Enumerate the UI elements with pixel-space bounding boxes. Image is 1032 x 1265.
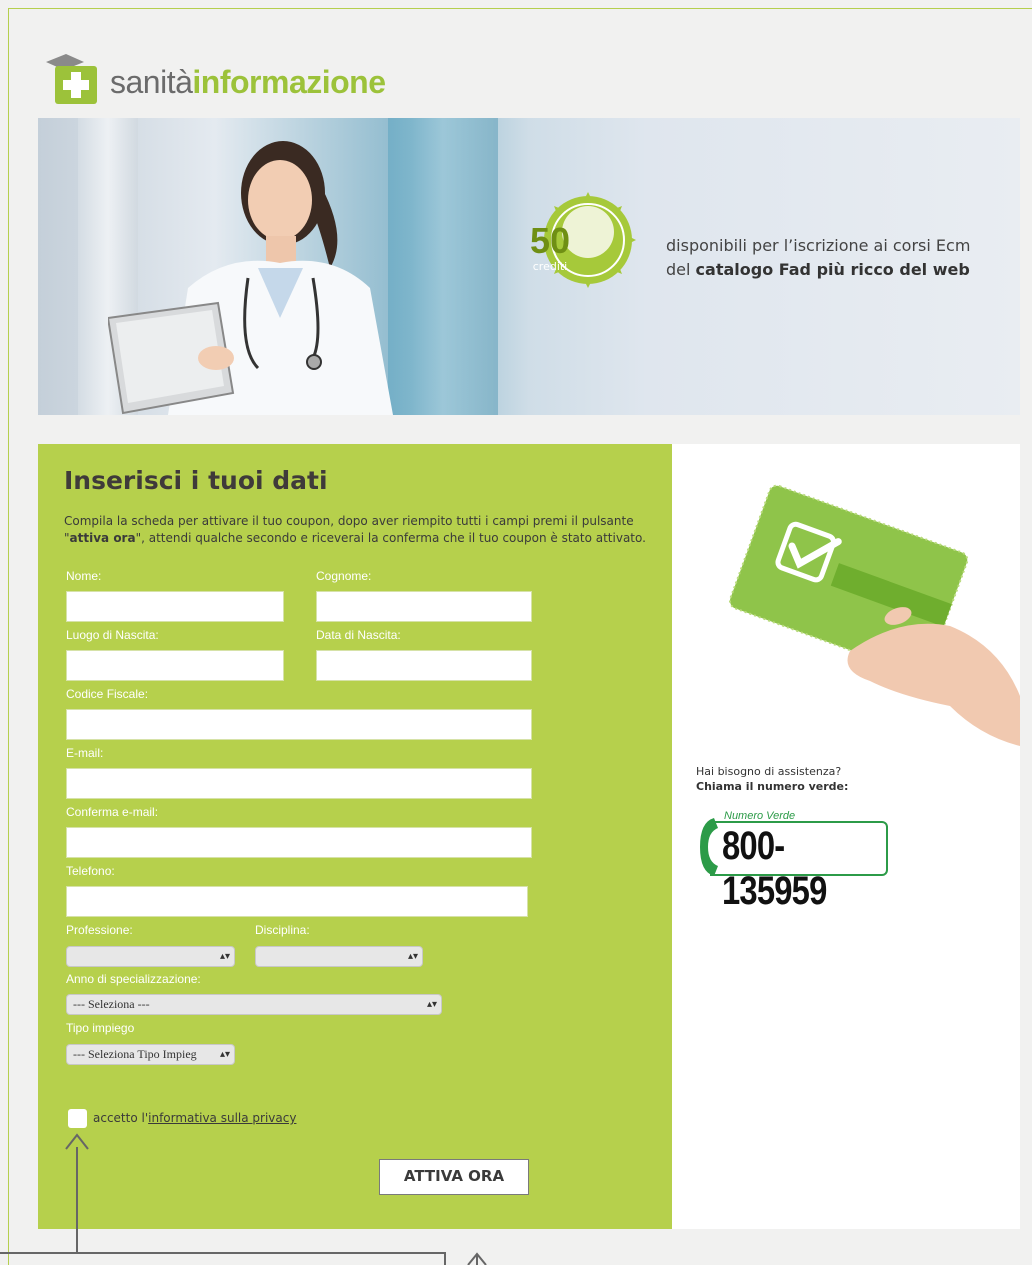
banner-line2-prefix: del [666, 260, 696, 279]
luogo-nascita-input[interactable] [66, 650, 284, 681]
telefono-input[interactable] [66, 886, 528, 917]
telefono-label: Telefono: [66, 864, 115, 878]
select-arrows-icon: ▴▾ [219, 1049, 230, 1060]
intro-rest: ", attendi qualche secondo e riceverai l… [135, 531, 646, 545]
privacy-prefix: accetto l' [93, 1111, 149, 1125]
tipo-value: --- Seleziona Tipo Impieg [73, 1047, 197, 1061]
assistance-panel: Hai bisogno di assistenza? Chiama il num… [672, 444, 1020, 1229]
data-nascita-input[interactable] [316, 650, 532, 681]
assistance-question: Hai bisogno di assistenza? [696, 765, 842, 778]
tipo-impiego-label: Tipo impiego [66, 1021, 135, 1035]
hero-banner: 50 crediti disponibili per l’iscrizione … [38, 118, 1020, 415]
disciplina-label: Disciplina: [255, 923, 310, 937]
anno-label: Anno di specializzazione: [66, 972, 201, 986]
annotation-arrow-line [0, 1252, 446, 1254]
privacy-checkbox[interactable] [68, 1109, 87, 1128]
intro-line1: Compila la scheda per attivare il tuo co… [64, 514, 634, 528]
privacy-label: accetto l'informativa sulla privacy [93, 1111, 296, 1125]
select-arrows-icon: ▴▾ [407, 951, 418, 962]
professione-select[interactable]: ▴▾ [66, 946, 235, 967]
cf-label: Codice Fiscale: [66, 687, 149, 701]
form-intro: Compila la scheda per attivare il tuo co… [64, 513, 664, 547]
brand-wordmark: sanitàinformazione [110, 64, 386, 101]
luogo-label: Luogo di Nascita: [66, 628, 159, 642]
tipo-impiego-select[interactable]: --- Seleziona Tipo Impieg ▴▾ [66, 1044, 235, 1065]
coupon-card-hand-illustration [728, 484, 1020, 746]
cognome-label: Cognome: [316, 569, 372, 583]
banner-line2-bold: catalogo Fad più ricco del web [695, 260, 970, 279]
anno-value: --- Seleziona --- [73, 997, 150, 1011]
banner-headline: disponibili per l’iscrizione ai corsi Ec… [666, 234, 970, 282]
conferma-email-label: Conferma e-mail: [66, 805, 159, 819]
annotation-arrowhead-icon [467, 1252, 487, 1265]
banner-line2: del catalogo Fad più ricco del web [666, 258, 970, 282]
doctor-with-tablet-illustration [108, 141, 393, 415]
badge-number: 50 [529, 220, 571, 261]
brand-part1: sanità [110, 64, 193, 100]
conferma-email-input[interactable] [66, 827, 532, 858]
data-label: Data di Nascita: [316, 628, 401, 642]
intro-bold: attiva ora [69, 531, 136, 545]
numero-verde-number: 800-135959 [722, 824, 827, 913]
annotation-arrow-line [76, 1147, 78, 1254]
annotation-arrowhead-icon [65, 1133, 89, 1150]
banner-line1: disponibili per l’iscrizione ai corsi Ec… [666, 236, 971, 255]
nome-label: Nome: [66, 569, 102, 583]
badge-label: crediti [532, 260, 568, 273]
privacy-link[interactable]: informativa sulla privacy [148, 1111, 296, 1125]
registration-form: Inserisci i tuoi dati Compila la scheda … [38, 444, 672, 1229]
form-title: Inserisci i tuoi dati [64, 466, 328, 495]
codice-fiscale-input[interactable] [66, 709, 532, 740]
numero-verde-label: Numero Verde [724, 810, 796, 822]
nome-input[interactable] [66, 591, 284, 622]
brand-part2: informazione [192, 64, 386, 100]
select-arrows-icon: ▴▾ [426, 999, 437, 1010]
assistance-call: Chiama il numero verde: [696, 780, 849, 793]
select-arrows-icon: ▴▾ [219, 951, 230, 962]
email-input[interactable] [66, 768, 532, 799]
brand-logo[interactable]: sanitàinformazione [46, 50, 466, 106]
email-label: E-mail: [66, 746, 104, 760]
disciplina-select[interactable]: ▴▾ [255, 946, 423, 967]
medical-cross-logo-icon [46, 54, 97, 104]
annotation-arrow-line [444, 1252, 446, 1265]
numero-verde-badge[interactable]: Numero Verde 800-135959 [696, 810, 896, 913]
anno-specializzazione-select[interactable]: --- Seleziona --- ▴▾ [66, 994, 442, 1015]
professione-label: Professione: [66, 923, 133, 937]
cognome-input[interactable] [316, 591, 532, 622]
attiva-ora-button[interactable]: ATTIVA ORA [379, 1159, 529, 1195]
